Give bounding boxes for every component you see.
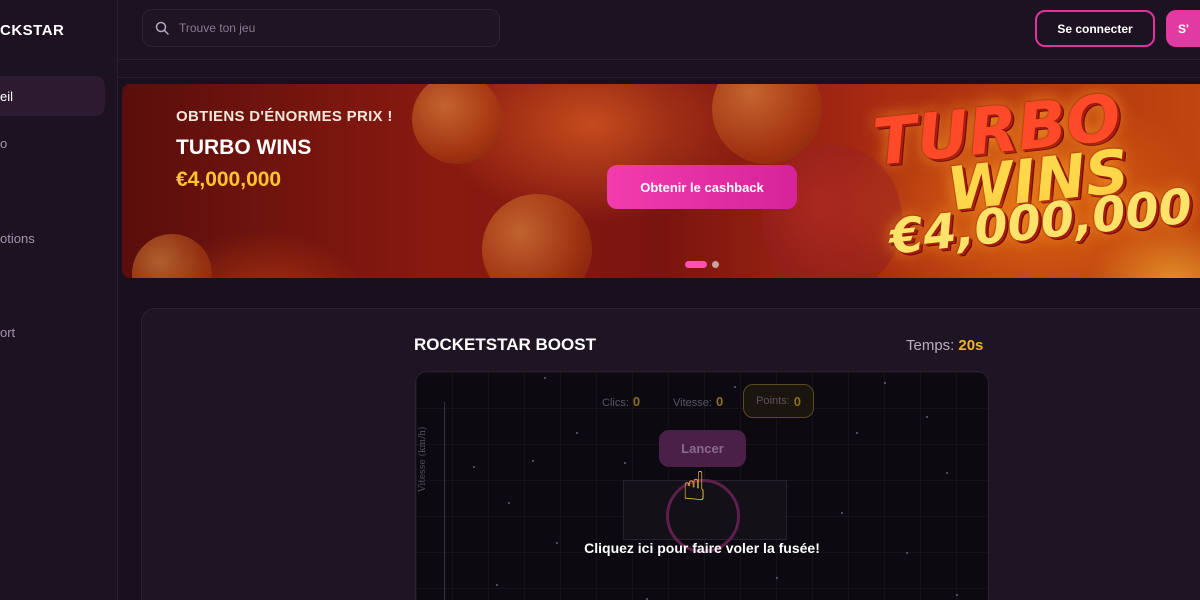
star-dot	[926, 416, 928, 418]
turbo-wins-logo: TURBO WINS €4,000,000	[867, 84, 1200, 278]
star-dot	[508, 502, 510, 504]
star-dot	[532, 460, 534, 462]
sidebar-item-support[interactable]: ort	[0, 325, 15, 340]
speed-label: Vitesse:	[673, 397, 712, 409]
game-canvas[interactable]: Vitesse (km/h) Clics: 0 Vitesse: 0 Points:…	[415, 371, 989, 600]
star-dot	[856, 432, 858, 434]
game-timer: Temps: 20s	[906, 337, 983, 354]
sidebar-item-label: o	[0, 136, 8, 151]
speed-value: 0	[715, 394, 724, 409]
sidebar: CKSTAR eil o otions ort	[0, 0, 118, 600]
y-axis	[444, 402, 445, 600]
sidebar-item-label: ort	[0, 325, 16, 340]
subheader-bar	[118, 60, 1200, 78]
y-axis-label: Vitesse (km/h)	[418, 426, 428, 492]
sidebar-item-label: eil	[0, 88, 14, 104]
star-dot	[624, 462, 626, 464]
carousel-dot-active[interactable]	[685, 261, 707, 268]
star-dot	[473, 466, 475, 468]
points-label: Points:	[756, 395, 790, 407]
star-dot	[734, 386, 736, 388]
star-dot	[946, 472, 948, 474]
banner-amount: €4,000,000	[176, 168, 282, 191]
banner-title: TURBO WINS	[176, 136, 312, 159]
points-value: 0	[793, 393, 801, 409]
carousel-dot[interactable]	[712, 261, 719, 268]
star-dot	[956, 594, 958, 596]
banner-kicker: OBTIENS D'ÉNORMES PRIX !	[176, 108, 393, 125]
sidebar-item-promo[interactable]: o	[0, 136, 7, 151]
signup-button[interactable]: S'	[1166, 10, 1200, 47]
clicks-label: Clics:	[602, 397, 629, 409]
coin-decoration	[412, 84, 502, 164]
pointing-hand-icon: ☝	[682, 464, 707, 510]
star-dot	[576, 432, 578, 434]
login-button[interactable]: Se connecter	[1035, 10, 1155, 47]
carousel-dots	[685, 261, 719, 268]
coin-decoration	[482, 194, 592, 278]
sidebar-item-promotions[interactable]: otions	[0, 231, 35, 246]
star-dot	[841, 512, 843, 514]
search-input[interactable]	[179, 21, 479, 35]
points-stat: Points: 0	[743, 384, 814, 418]
game-title: ROCKETSTAR BOOST	[414, 335, 596, 354]
promo-banner[interactable]: OBTIENS D'ÉNORMES PRIX ! TURBO WINS €4,0…	[122, 84, 1200, 278]
top-header: Se connecter S'	[118, 0, 1200, 60]
star-dot	[496, 584, 498, 586]
sidebar-item-home[interactable]: eil	[0, 76, 105, 116]
search-box[interactable]	[142, 9, 500, 47]
speed-stat: Vitesse: 0	[673, 394, 723, 409]
star-dot	[776, 577, 778, 579]
launch-button[interactable]: Lancer	[659, 430, 746, 467]
brand-logo[interactable]: CKSTAR	[0, 22, 64, 39]
cashback-button[interactable]: Obtenir le cashback	[607, 165, 797, 209]
timer-value: 20s	[958, 337, 984, 354]
launch-hint[interactable]: Cliquez ici pour faire voler la fusée!	[416, 540, 988, 556]
clicks-stat: Clics: 0	[602, 394, 640, 409]
sidebar-item-label: otions	[0, 231, 35, 246]
timer-label: Temps:	[906, 337, 955, 354]
star-dot	[544, 377, 546, 379]
clicks-value: 0	[632, 394, 641, 409]
search-icon	[155, 21, 169, 35]
coin-decoration	[132, 234, 212, 278]
star-dot	[884, 382, 886, 384]
